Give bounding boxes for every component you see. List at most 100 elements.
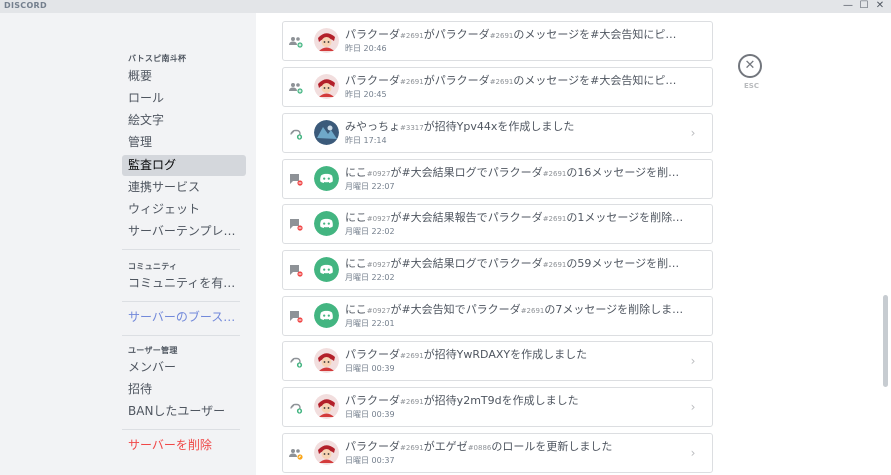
- scrollbar[interactable]: [880, 13, 891, 475]
- user-avatar-blue: [314, 120, 339, 145]
- entry-target: パラクーダ: [487, 211, 543, 224]
- discord-avatar: [314, 211, 339, 236]
- sidebar-item-audit-log[interactable]: 監査ログ: [122, 155, 246, 176]
- pin-icon: [288, 33, 304, 49]
- user-avatar: [314, 394, 339, 419]
- sidebar-item-emoji[interactable]: 絵文字: [122, 110, 246, 131]
- discord-avatar: [314, 303, 339, 328]
- entry-user-tag: #2691: [400, 398, 424, 406]
- audit-log-entry[interactable]: パラクーダ#2691がエゲゼ#0886のロールを更新しました日曜日 00:37 ›: [282, 433, 713, 473]
- entry-target-tag: #0886: [467, 444, 492, 452]
- entry-action-text: が招待YwRDAXYを作成しました: [423, 348, 588, 361]
- entry-action-text: が#大会結果ログで: [390, 257, 488, 270]
- message-delete-icon: [288, 216, 304, 232]
- chevron-right-icon[interactable]: ›: [686, 445, 700, 461]
- title-bar: DISCORD — ☐ ✕: [0, 0, 891, 13]
- discord-avatar: [314, 257, 339, 282]
- entry-timestamp: 月曜日 22:01: [345, 319, 395, 328]
- entry-target: パラクーダ: [487, 166, 543, 179]
- server-name-header: バトスピ南斗杯: [128, 54, 187, 63]
- user-avatar: [314, 348, 339, 373]
- settings-sidebar: バトスピ南斗杯 概要 ロール 絵文字 管理 監査ログ 連携サービス ウィジェット…: [0, 13, 256, 475]
- entry-target: パラクーダ: [465, 303, 521, 316]
- sidebar-item-members[interactable]: メンバー: [122, 357, 246, 378]
- audit-log-entry[interactable]: にこ#0927が#大会結果ログでパラクーダ#2691の59メッセージを削除し..…: [282, 250, 713, 290]
- chevron-right-icon[interactable]: ›: [686, 399, 700, 415]
- sidebar-item-moderation[interactable]: 管理: [122, 132, 246, 153]
- sidebar-item-invites[interactable]: 招待: [122, 379, 246, 400]
- entry-user: にこ: [345, 303, 367, 316]
- sidebar-item-widget[interactable]: ウィジェット: [122, 199, 246, 220]
- entry-user: パラクーダ: [345, 440, 400, 453]
- audit-log-entry[interactable]: パラクーダ#2691が招待YwRDAXYを作成しました日曜日 00:39 ›: [282, 341, 713, 381]
- sidebar-item-server-template[interactable]: サーバーテンプレート: [122, 221, 246, 242]
- entry-target-tag: #2691: [542, 170, 567, 178]
- maximize-button[interactable]: ☐: [856, 0, 872, 13]
- entry-action-text: が#大会告知で: [390, 303, 466, 316]
- entry-target: エゲゼ: [434, 440, 468, 453]
- entry-user-tag: #3317: [400, 124, 424, 132]
- user-avatar: [314, 74, 339, 99]
- entry-user-tag: #0927: [366, 261, 391, 269]
- entry-target-tag: #2691: [542, 261, 567, 269]
- chevron-right-icon[interactable]: ›: [686, 353, 700, 369]
- sidebar-item-server-boost[interactable]: サーバーのブースト状...: [122, 307, 246, 328]
- entry-user: にこ: [345, 166, 367, 179]
- entry-message: みやっちょ#3317が招待Ypv44xを作成しました: [345, 118, 685, 134]
- role-update-icon: [288, 445, 304, 461]
- invite-icon: [288, 353, 304, 369]
- entry-action-detail: の7メッセージを削除しました: [544, 303, 685, 316]
- entry-action-detail: の16メッセージを削除し...: [566, 166, 685, 179]
- chevron-right-icon[interactable]: ›: [686, 125, 700, 141]
- user-avatar: [314, 440, 339, 465]
- close-icon: ✕: [744, 58, 756, 73]
- scrollbar-thumb[interactable]: [883, 295, 888, 387]
- entry-action-text: が#大会結果報告で: [390, 211, 488, 224]
- entry-message: パラクーダ#2691が招待YwRDAXYを作成しました: [345, 346, 685, 362]
- sidebar-item-enable-community[interactable]: コミュニティを有効に...: [122, 273, 246, 294]
- user-management-header: ユーザー管理: [128, 346, 178, 355]
- entry-user-tag: #2691: [400, 32, 424, 40]
- entry-timestamp: 月曜日 22:07: [345, 182, 395, 191]
- entry-target: パラクーダ: [434, 74, 490, 87]
- entry-timestamp: 日曜日 00:37: [345, 456, 395, 465]
- entry-target: パラクーダ: [487, 257, 543, 270]
- minimize-button[interactable]: —: [840, 0, 856, 13]
- audit-log-entry[interactable]: みやっちょ#3317が招待Ypv44xを作成しました昨日 17:14 ›: [282, 113, 713, 153]
- entry-action-text: が: [423, 74, 435, 87]
- entry-user: パラクーダ: [345, 74, 400, 87]
- sidebar-item-bans[interactable]: BANしたユーザー: [122, 401, 246, 422]
- entry-timestamp: 昨日 17:14: [345, 136, 387, 145]
- entry-target: パラクーダ: [434, 28, 490, 41]
- audit-log-entry[interactable]: パラクーダ#2691が招待y2mT9dを作成しました 日曜日 00:39 ›: [282, 387, 713, 427]
- close-window-button[interactable]: ✕: [872, 0, 888, 13]
- close-settings-button[interactable]: ✕: [738, 54, 762, 78]
- sidebar-item-integrations[interactable]: 連携サービス: [122, 177, 246, 198]
- entry-message: にこ#0927が#大会結果ログでパラクーダ#2691の59メッセージを削除し..…: [345, 255, 685, 271]
- audit-log-entry[interactable]: にこ#0927が#大会結果ログでパラクーダ#2691の16メッセージを削除し..…: [282, 159, 713, 199]
- entry-message: パラクーダ#2691がエゲゼ#0886のロールを更新しました: [345, 438, 685, 454]
- sidebar-item-roles[interactable]: ロール: [122, 88, 246, 109]
- sidebar-item-overview[interactable]: 概要: [122, 66, 246, 87]
- user-avatar: [314, 28, 339, 53]
- entry-action-text: が招待y2mT9dを作成しました: [423, 394, 579, 407]
- entry-user: にこ: [345, 257, 367, 270]
- entry-timestamp: 日曜日 00:39: [345, 364, 395, 373]
- audit-log-entry[interactable]: パラクーダ#2691がパラクーダ#2691のメッセージを#大会告知にピン留...…: [282, 67, 713, 107]
- invite-icon: [288, 399, 304, 415]
- entry-action-detail: のロールを更新しました: [491, 440, 613, 453]
- audit-log-entry[interactable]: にこ#0927が#大会告知でパラクーダ#2691の7メッセージを削除しました 月曜…: [282, 296, 713, 336]
- entry-timestamp: 月曜日 22:02: [345, 227, 395, 236]
- sidebar-divider: [122, 335, 240, 336]
- sidebar-item-delete-server[interactable]: サーバーを削除: [122, 435, 246, 456]
- entry-action-text: が: [423, 28, 435, 41]
- entry-action-detail: のメッセージを#大会告知にピン留...: [513, 28, 685, 41]
- entry-message: パラクーダ#2691が招待y2mT9dを作成しました: [345, 392, 685, 408]
- audit-log-entry[interactable]: パラクーダ#2691がパラクーダ#2691のメッセージを#大会告知にピン留...…: [282, 21, 713, 61]
- audit-log-list: パラクーダ#2691がパラクーダ#2691のメッセージを#大会告知にピン留...…: [256, 13, 880, 475]
- entry-message: パラクーダ#2691がパラクーダ#2691のメッセージを#大会告知にピン留...: [345, 26, 685, 42]
- audit-log-entry[interactable]: にこ#0927が#大会結果報告でパラクーダ#2691の1メッセージを削除し...…: [282, 204, 713, 244]
- entry-action-text: が: [423, 440, 435, 453]
- entry-user-tag: #2691: [400, 352, 424, 360]
- entry-user-tag: #2691: [400, 444, 424, 452]
